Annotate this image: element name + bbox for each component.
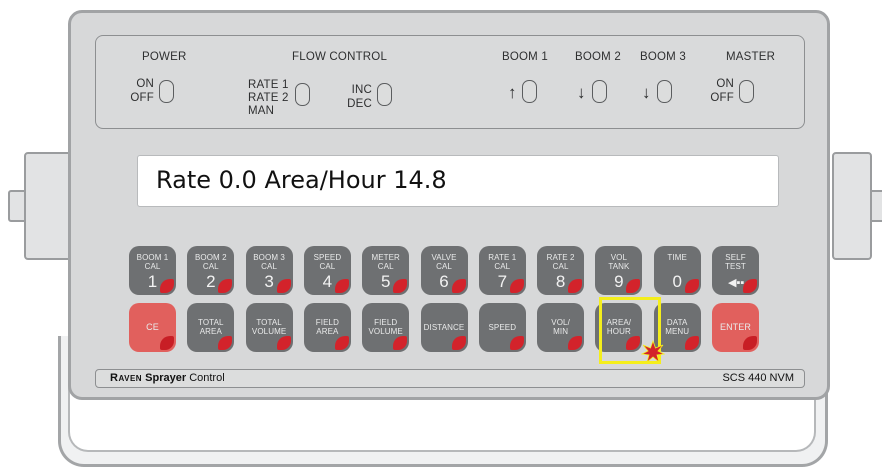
left-mount-bracket xyxy=(24,152,72,260)
dec-label: DEC xyxy=(347,98,372,110)
lcd-display: Rate 0.0 Area/Hour 14.8 xyxy=(137,155,779,207)
rate-1-cal-key[interactable]: RATE 1 CAL 7 xyxy=(478,246,526,295)
boom2-title: BOOM 2 xyxy=(575,51,621,63)
display-readout: Rate 0.0 Area/Hour 14.8 xyxy=(156,166,447,194)
key-label: BOOM 1 CAL xyxy=(136,253,169,271)
total-area-key[interactable]: TOTAL AREA xyxy=(187,303,235,352)
key-label: RATE 2 CAL xyxy=(546,253,575,271)
key-label: BOOM 2 CAL xyxy=(194,253,227,271)
boom2-switch[interactable] xyxy=(592,80,607,103)
key-label: METER CAL xyxy=(371,253,400,271)
brand-label: Raven Sprayer Control xyxy=(110,372,225,384)
power-off-label: OFF xyxy=(130,92,154,104)
power-switch[interactable] xyxy=(159,80,174,103)
key-label: VALVE CAL xyxy=(431,253,457,271)
model-number: SCS 440 NVM xyxy=(722,372,794,384)
brand-product: Sprayer xyxy=(145,372,187,384)
back-arrow-icon: ◀▪▪ xyxy=(728,277,745,289)
master-switch[interactable] xyxy=(739,80,754,103)
key-label: SPEED CAL xyxy=(313,253,342,271)
time-key[interactable]: TIME 0 xyxy=(653,246,701,295)
key-label: BOOM 3 CAL xyxy=(253,253,285,271)
key-label: DISTANCE xyxy=(423,323,465,332)
enter-key[interactable]: ENTER xyxy=(712,303,759,352)
key-corner-mark xyxy=(743,336,757,350)
key-label: SPEED xyxy=(488,323,517,332)
key-corner-mark xyxy=(393,336,408,350)
key-label: SELF TEST xyxy=(725,253,746,271)
master-on-label: ON xyxy=(716,78,734,90)
meter-cal-key[interactable]: METER CAL 5 xyxy=(362,246,410,295)
rate-2-cal-key[interactable]: RATE 2 CAL 8 xyxy=(537,246,585,295)
distance-key[interactable]: DISTANCE xyxy=(420,303,468,352)
key-label: CE xyxy=(146,322,159,332)
field-area-key[interactable]: FIELD AREA xyxy=(303,303,351,352)
boom3-title: BOOM 3 xyxy=(640,51,686,63)
inc-dec-switch[interactable] xyxy=(377,83,392,106)
master-off-label: OFF xyxy=(710,92,734,104)
key-label: RATE 1 CAL xyxy=(488,253,517,271)
key-label: TIME xyxy=(667,253,687,262)
self-test-key[interactable]: SELF TEST ◀▪▪ xyxy=(712,246,759,295)
boom3-switch[interactable] xyxy=(657,80,672,103)
key-corner-mark xyxy=(160,336,174,350)
key-corner-mark xyxy=(334,336,349,350)
key-corner-mark xyxy=(276,336,291,350)
vol-tank-key[interactable]: VOL TANK 9 xyxy=(595,246,643,295)
inc-label: INC xyxy=(351,84,372,96)
power-on-label: ON xyxy=(136,78,154,90)
boom-2-cal-key[interactable]: BOOM 2 CAL 2 xyxy=(187,246,235,295)
console-body: POWER ON OFF FLOW CONTROL RATE 1 RATE 2 … xyxy=(68,10,830,400)
key-corner-mark xyxy=(568,336,583,350)
key-label: FIELD VOLUME xyxy=(368,318,403,336)
speed-cal-key[interactable]: SPEED CAL 4 xyxy=(303,246,351,295)
flow-control-title: FLOW CONTROL xyxy=(292,51,388,63)
vol-min-key[interactable]: VOL/ MIN xyxy=(537,303,585,352)
total-volume-key[interactable]: TOTAL VOLUME xyxy=(245,303,293,352)
rate2-label: RATE 2 xyxy=(248,92,289,104)
ce-key[interactable]: CE xyxy=(129,303,176,352)
key-label: VOL/ MIN xyxy=(551,318,570,336)
key-corner-mark xyxy=(509,336,524,350)
brand-bar: Raven Sprayer Control SCS 440 NVM xyxy=(95,369,805,388)
up-arrow-icon: ↑ xyxy=(508,83,517,102)
key-corner-mark xyxy=(684,336,699,350)
down-arrow-icon: ↓ xyxy=(642,83,651,102)
field-volume-key[interactable]: FIELD VOLUME xyxy=(362,303,410,352)
key-label: TOTAL AREA xyxy=(198,318,224,336)
key-corner-mark xyxy=(451,336,466,350)
switch-panel: POWER ON OFF FLOW CONTROL RATE 1 RATE 2 … xyxy=(95,35,805,129)
boom-3-cal-key[interactable]: BOOM 3 CAL 3 xyxy=(245,246,293,295)
key-label: TOTAL VOLUME xyxy=(251,318,287,336)
valve-cal-key[interactable]: VALVE CAL 6 xyxy=(420,246,468,295)
right-mount-bracket xyxy=(832,152,872,260)
key-label: VOL TANK xyxy=(608,253,630,271)
boom1-switch[interactable] xyxy=(522,80,537,103)
power-title: POWER xyxy=(142,51,187,63)
key-corner-mark xyxy=(743,279,757,293)
rate-select-switch[interactable] xyxy=(295,83,310,106)
brand-name: Raven xyxy=(110,372,143,384)
boom1-title: BOOM 1 xyxy=(502,51,548,63)
man-label: MAN xyxy=(248,105,275,117)
boom-1-cal-key[interactable]: BOOM 1 CAL 1 xyxy=(129,246,176,295)
key-label: FIELD AREA xyxy=(315,318,339,336)
speed-key[interactable]: SPEED xyxy=(478,303,526,352)
down-arrow-icon: ↓ xyxy=(577,83,586,102)
key-label: ENTER xyxy=(719,322,751,332)
rate1-label: RATE 1 xyxy=(248,79,289,91)
brand-suffix: Control xyxy=(189,372,225,384)
master-title: MASTER xyxy=(726,51,776,63)
key-corner-mark xyxy=(218,336,233,350)
press-burst-icon xyxy=(641,340,665,364)
